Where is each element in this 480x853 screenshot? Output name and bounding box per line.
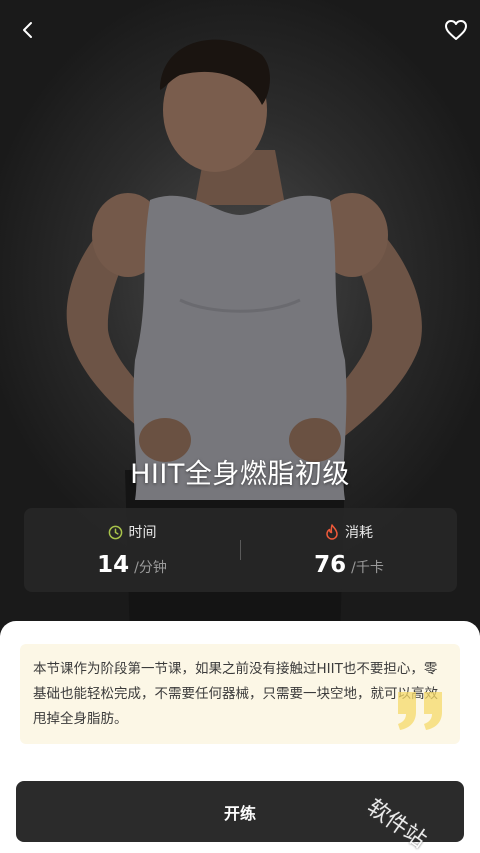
clock-icon xyxy=(108,525,122,539)
heart-outline-icon xyxy=(445,20,467,40)
course-description: 本节课作为阶段第一节课，如果之前没有接触过HIIT也不要担心，零基础也能轻松完成… xyxy=(33,661,438,727)
stat-calories: 消耗 76 /千卡 xyxy=(241,508,457,592)
stat-calories-unit: /千卡 xyxy=(351,560,384,576)
stat-time: 时间 14 /分钟 xyxy=(24,508,240,592)
back-button[interactable] xyxy=(12,14,44,46)
stat-calories-label: 消耗 xyxy=(345,525,373,541)
chevron-left-icon xyxy=(23,22,32,38)
course-description-card: 本节课作为阶段第一节课，如果之前没有接触过HIIT也不要担心，零基础也能轻松完成… xyxy=(20,644,460,744)
stats-panel: 时间 14 /分钟 消耗 76 /千卡 xyxy=(24,508,457,592)
flame-icon xyxy=(326,524,338,540)
stat-calories-value: 76 xyxy=(314,552,347,578)
stat-time-value: 14 xyxy=(97,552,130,578)
favorite-button[interactable] xyxy=(440,14,472,46)
stat-time-unit: /分钟 xyxy=(134,560,167,576)
stat-time-label: 时间 xyxy=(128,525,157,541)
course-title: HIIT全身燃脂初级 xyxy=(130,459,350,490)
quote-icon xyxy=(398,692,442,730)
